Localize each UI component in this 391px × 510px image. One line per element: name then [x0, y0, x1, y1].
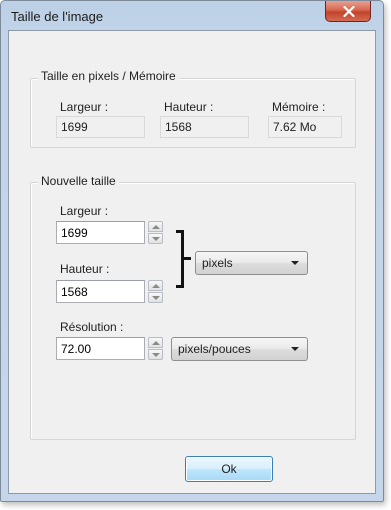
current-height-value: 1568	[160, 116, 249, 138]
resolution-input[interactable]: 72.00	[56, 337, 145, 360]
new-height-spinner[interactable]	[148, 280, 163, 303]
current-width-value: 1699	[56, 116, 145, 138]
new-size-legend: Nouvelle taille	[38, 174, 119, 188]
spin-up-icon[interactable]	[148, 221, 163, 232]
close-icon	[343, 6, 355, 17]
chevron-down-icon	[291, 347, 299, 351]
resolution-spinner[interactable]	[148, 337, 163, 360]
resolution-label: Résolution :	[60, 320, 124, 334]
spin-up-icon[interactable]	[148, 280, 163, 291]
spin-down-icon[interactable]	[148, 349, 163, 360]
close-button[interactable]	[325, 1, 371, 22]
current-height-label: Hauteur :	[164, 100, 214, 114]
resolution-unit-selected: pixels/pouces	[178, 342, 251, 356]
current-width-label: Largeur :	[60, 100, 109, 114]
memory-label: Mémoire :	[272, 100, 326, 114]
spin-up-icon[interactable]	[148, 337, 163, 348]
ok-button[interactable]: Ok	[185, 456, 273, 482]
spin-down-icon[interactable]	[148, 233, 163, 244]
new-width-label: Largeur :	[60, 204, 109, 218]
size-unit-dropdown[interactable]: pixels	[195, 251, 308, 275]
pixel-size-memory-legend: Taille en pixels / Mémoire	[38, 69, 179, 83]
new-height-label: Hauteur :	[60, 262, 110, 276]
spin-down-icon[interactable]	[148, 292, 163, 303]
new-height-input[interactable]: 1568	[56, 280, 145, 303]
new-width-input[interactable]: 1699	[56, 221, 145, 244]
size-unit-selected: pixels	[202, 256, 233, 270]
new-width-spinner[interactable]	[148, 221, 163, 244]
window-title: Taille de l'image	[11, 9, 104, 24]
chevron-down-icon	[291, 261, 299, 265]
resolution-unit-dropdown[interactable]: pixels/pouces	[171, 337, 308, 361]
memory-value: 7.62 Mo	[268, 116, 342, 138]
title-bar[interactable]: Taille de l'image	[1, 1, 383, 31]
link-bracket-connector	[183, 257, 191, 260]
